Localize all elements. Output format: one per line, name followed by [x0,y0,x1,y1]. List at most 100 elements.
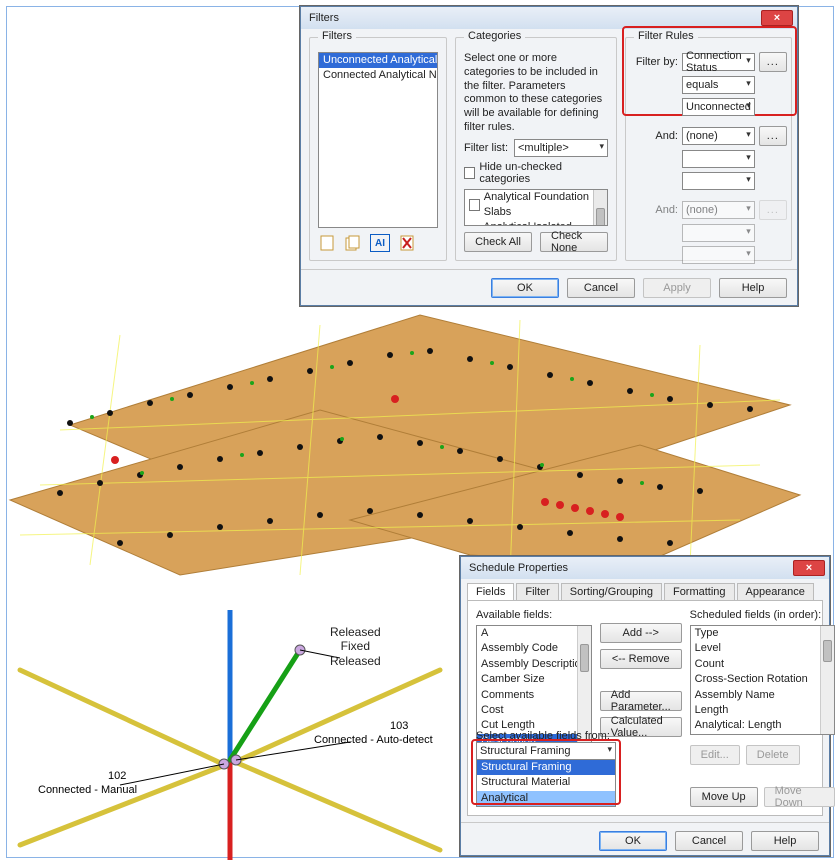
schedule-title: Schedule Properties [465,562,568,574]
list-item[interactable]: Assembly Name [691,688,835,703]
close-icon[interactable]: × [793,560,825,576]
categories-group-legend: Categories [464,30,525,42]
scheduled-delete-button: Delete [746,745,800,765]
filter-by-dropdown[interactable]: Connection Status [682,53,755,71]
list-item[interactable]: Structural Framing [477,760,615,775]
scheduled-edit-button: Edit... [690,745,740,765]
tab-sorting[interactable]: Sorting/Grouping [561,583,662,600]
and-1-value-dropdown[interactable] [682,172,755,190]
model-svg [0,305,840,595]
filters-title: Filters [305,12,339,24]
list-item[interactable]: Cost [477,703,591,718]
filters-list-item[interactable]: Unconnected Analytical Nodes [319,53,437,68]
tab-appearance[interactable]: Appearance [737,583,814,600]
add-parameter-button[interactable]: Add Parameter... [600,691,682,711]
filter-list-dropdown[interactable]: <multiple> [514,139,608,157]
list-item[interactable]: Structural Material [477,775,615,790]
schedule-properties-dialog: Schedule Properties × Fields Filter Sort… [460,556,830,856]
schedule-tabs: Fields Filter Sorting/Grouping Formattin… [461,579,829,600]
hide-unchecked-checkbox[interactable]: Hide un-checked categories [464,161,608,185]
list-item[interactable]: Camber Size [477,672,591,687]
select-fields-from-options[interactable]: Structural Framing Structural Material A… [476,760,616,807]
schedule-titlebar[interactable]: Schedule Properties × [461,557,829,579]
filter-rules-group: Filter Rules Filter by: Connection Statu… [625,37,792,261]
list-item[interactable]: Level [691,641,835,656]
check-all-button[interactable]: Check All [464,232,532,252]
and-2-op-dropdown [682,224,755,242]
categories-list[interactable]: Analytical Foundation Slabs Analytical I… [464,189,608,227]
move-up-button[interactable]: Move Up [690,787,758,807]
and-2-value-dropdown [682,246,755,264]
filter-by-browse-button[interactable]: ... [759,52,787,72]
connection-annotation-diagram: Released Fixed Released 103 Connected - … [0,610,460,860]
list-item[interactable]: Cross-Section Rotation [691,672,835,687]
release-line-3: Released [330,654,381,668]
filters-group: Filters Unconnected Analytical Nodes Con… [309,37,447,261]
filters-footer: OK Cancel Apply Help [301,269,797,305]
move-down-button: Move Down [764,787,836,807]
available-fields-label: Available fields: [476,609,592,621]
scheduled-fields-col: Scheduled fields (in order): Type Level … [690,609,836,807]
scrollbar-thumb[interactable] [823,640,832,662]
check-none-button[interactable]: Check None [540,232,608,252]
category-item[interactable]: Analytical Isolated Foundati… [465,220,607,226]
filters-titlebar[interactable]: Filters × [301,7,797,29]
release-line-1: Released [330,625,381,639]
tab-filter[interactable]: Filter [516,583,558,600]
apply-button: Apply [643,278,711,298]
list-item[interactable]: A [477,626,591,641]
categories-scrollbar[interactable] [593,190,607,226]
node-102-label: Connected - Manual [38,784,137,796]
cancel-button[interactable]: Cancel [567,278,635,298]
tab-formatting[interactable]: Formatting [664,583,735,600]
filter-op-dropdown[interactable]: equals [682,76,755,94]
filter-value-dropdown[interactable]: Unconnected [682,98,755,116]
list-item[interactable]: Analytical [477,791,615,806]
cancel-button[interactable]: Cancel [675,831,743,851]
list-item[interactable]: Analytical: Member Number [691,734,835,735]
ok-button[interactable]: OK [599,831,667,851]
scrollbar-thumb[interactable] [580,644,589,672]
list-item[interactable]: Comments [477,688,591,703]
category-item[interactable]: Analytical Foundation Slabs [465,190,607,221]
node-103-number: 103 [390,720,408,732]
list-item[interactable]: Assembly Description [477,657,591,672]
remove-field-button[interactable]: <-- Remove [600,649,682,669]
available-scrollbar[interactable] [577,626,591,744]
select-fields-from-dropdown[interactable]: Structural Framing [476,742,616,760]
and-1-op-dropdown[interactable] [682,150,755,168]
filters-dialog: Filters × Filters Unconnected Analytical… [300,6,798,306]
duplicate-filter-icon[interactable] [344,234,362,252]
and-2-field-dropdown: (none) [682,201,755,219]
and-1-browse-button[interactable]: ... [759,126,787,146]
add-field-button[interactable]: Add --> [600,623,682,643]
filters-list[interactable]: Unconnected Analytical Nodes Connected A… [318,52,438,228]
list-item[interactable]: Analytical: Length [691,718,835,733]
ok-button[interactable]: OK [491,278,559,298]
delete-filter-icon[interactable] [398,234,416,252]
and-1-field-dropdown[interactable]: (none) [682,127,755,145]
list-item[interactable]: Type [691,626,835,641]
help-button[interactable]: Help [751,831,819,851]
filters-list-item[interactable]: Connected Analytical Nodes [319,68,437,83]
scheduled-fields-list[interactable]: Type Level Count Cross-Section Rotation … [690,625,836,735]
and-2-browse-button: ... [759,200,787,220]
analytical-model-viewport [0,305,840,595]
help-button[interactable]: Help [719,278,787,298]
rename-filter-icon[interactable]: AI [370,234,390,252]
scheduled-scrollbar[interactable] [820,626,834,734]
filter-list-value: <multiple> [518,142,569,154]
node-103-label: Connected - Auto-detect [314,734,433,746]
new-filter-icon[interactable] [318,234,336,252]
and-label-1: And: [634,130,678,142]
hide-unchecked-label: Hide un-checked categories [479,161,608,185]
scrollbar-thumb[interactable] [596,208,605,227]
list-item[interactable]: Length [691,703,835,718]
list-item[interactable]: Assembly Code [477,641,591,656]
list-item[interactable]: Count [691,657,835,672]
filter-list-label: Filter list: [464,142,508,154]
scheduled-fields-label: Scheduled fields (in order): [690,609,836,621]
available-fields-list[interactable]: A Assembly Code Assembly Description Cam… [476,625,592,745]
tab-fields[interactable]: Fields [467,583,514,600]
close-icon[interactable]: × [761,10,793,26]
